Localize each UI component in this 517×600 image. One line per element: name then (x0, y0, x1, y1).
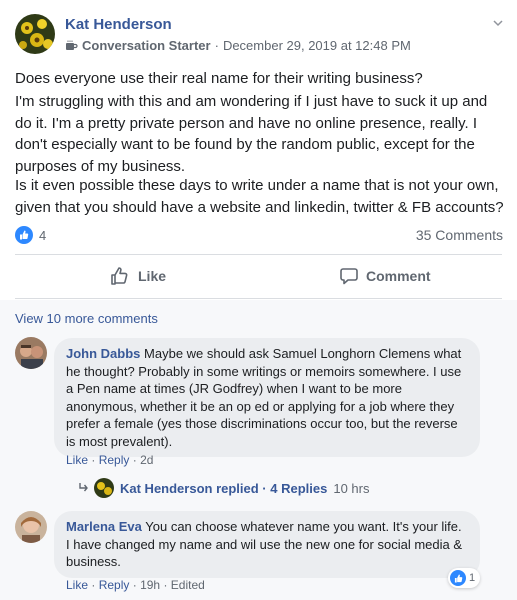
comment-actions: Like · Reply · 2d (66, 453, 153, 467)
separator: · (132, 453, 141, 467)
like-button[interactable]: Like (110, 260, 166, 292)
separator: · (91, 453, 99, 467)
comment-label: Comment (366, 268, 431, 284)
speech-bubble-icon (340, 268, 358, 285)
reply-thread-age: 10 hrs (333, 480, 370, 496)
thumbs-up-icon (15, 226, 33, 244)
like-label: Like (138, 268, 167, 284)
post-paragraph: Does everyone use their real name for th… (15, 70, 423, 87)
comment-like-link[interactable]: Like (66, 578, 88, 592)
commenter-avatar[interactable] (15, 511, 47, 543)
reply-thread-text[interactable]: Kat Henderson replied · 4 Replies (120, 481, 327, 496)
comment-author[interactable]: John Dabbs (66, 346, 140, 361)
comment-like-link[interactable]: Like (66, 453, 88, 467)
reaction-count: 4 (39, 227, 47, 243)
commenter-avatar[interactable] (15, 337, 47, 369)
comment-reply-link[interactable]: Reply (99, 453, 130, 467)
separator: · (163, 578, 171, 592)
divider (15, 298, 502, 299)
thumbs-up-icon (450, 570, 466, 586)
reply-arrow-icon (79, 483, 88, 492)
replier-avatar (94, 478, 114, 498)
comment-author[interactable]: Marlena Eva (66, 519, 142, 534)
comment-text: Maybe we should ask Samuel Longhorn Clem… (66, 346, 462, 449)
comment-bubble: Marlena Eva You can choose whatever name… (54, 511, 480, 578)
post-paragraph: Is it even possible these days to write … (15, 177, 504, 216)
reaction-summary[interactable]: 4 (15, 226, 46, 244)
post-author-name[interactable]: Kat Henderson (65, 16, 172, 33)
post-paragraph: I'm struggling with this and am wonderin… (15, 93, 488, 175)
conversation-starter-badge: Conversation Starter (65, 38, 211, 53)
comment-reply-link[interactable]: Reply (99, 578, 130, 592)
post-meta: Conversation Starter · December 29, 2019… (65, 38, 411, 53)
separator: · (132, 578, 141, 592)
author-avatar[interactable] (15, 14, 55, 54)
comment-count[interactable]: 35 Comments (416, 227, 503, 243)
comment-edited-label[interactable]: Edited (171, 578, 205, 592)
post-timestamp[interactable]: December 29, 2019 at 12:48 PM (223, 38, 411, 53)
comment-age[interactable]: 2d (140, 453, 153, 467)
chevron-down-icon[interactable] (492, 16, 504, 34)
comment-age[interactable]: 19h (140, 578, 160, 592)
comment-reaction-chip[interactable]: 1 (448, 568, 481, 588)
meta-separator: · (214, 38, 219, 53)
comment-actions: Like · Reply · 19h · Edited (66, 578, 205, 592)
separator: · (91, 578, 99, 592)
post-card: Kat Henderson Conversation Starter · Dec… (0, 0, 517, 600)
badge-label: Conversation Starter (82, 38, 211, 53)
divider (15, 254, 502, 255)
comment-bubble: John Dabbs Maybe we should ask Samuel Lo… (54, 338, 480, 457)
thumbs-up-icon (111, 267, 128, 285)
view-more-comments-link[interactable]: View 10 more comments (15, 311, 158, 326)
coffee-cup-icon (66, 40, 78, 50)
comment-button[interactable]: Comment (340, 260, 431, 292)
reply-thread-link[interactable]: Kat Henderson replied · 4 Replies 10 hrs (78, 478, 369, 498)
comment-reaction-count: 1 (469, 572, 476, 584)
